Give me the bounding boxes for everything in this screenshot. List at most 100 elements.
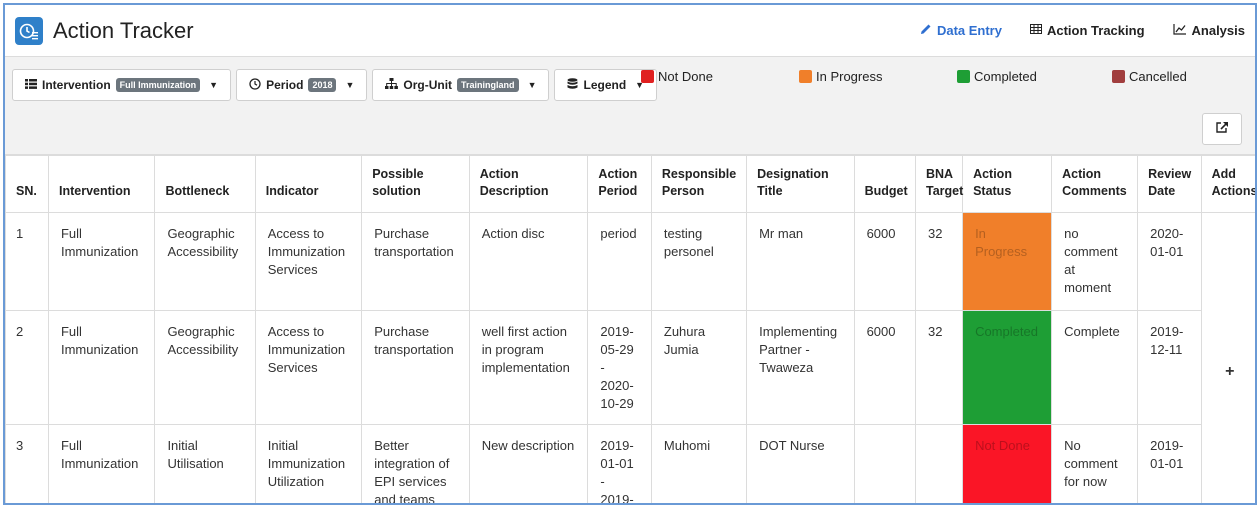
column-header: Budget [853,155,916,213]
column-header: Indicator [254,155,363,213]
legend-completed: Completed [957,69,1037,84]
legend-label: In Progress [816,69,883,84]
sitemap-icon [385,77,399,93]
filter-bar: Intervention Full Immunization ▼ Period … [5,57,1255,155]
column-header: Possible solution [361,155,470,213]
cell-period: period [587,212,652,311]
column-header: Review Date [1137,155,1202,213]
actions-table: SN. Intervention Bottleneck Indicator Po… [5,155,1256,503]
filter-label: Period [266,78,304,92]
table-row: 1 Full Immunization Geographic Accessibi… [5,212,1255,503]
chart-line-icon [1172,23,1187,38]
cell-comments: Complete [1051,310,1139,425]
cell-budget: 6000 [853,212,916,311]
legend-cancelled: Cancelled [1112,69,1187,84]
caret-down-icon: ▼ [345,80,355,90]
clock-list-icon [15,16,43,45]
cell-designation: DOT Nurse [746,424,855,503]
cell-designation: Implementing Partner - Twaweza [746,310,855,425]
nav-data-entry[interactable]: Data Entry [920,23,1002,38]
cell-person: testing personel [650,212,748,311]
cell-bottleneck: Geographic Accessibility [154,310,256,425]
cell-solution: Purchase transportation [361,310,470,425]
org-unit-value-badge: Trainingland [457,78,519,92]
caret-down-icon: ▼ [209,80,219,90]
cell-period: 2019-05-29 - 2020-10-29 [587,310,652,425]
nav-action-tracking[interactable]: Action Tracking [1029,23,1145,38]
filter-label: Legend [583,78,627,92]
cell-target [914,424,964,503]
cell-target: 32 [914,310,964,425]
intervention-value-badge: Full Immunization [115,78,201,92]
database-icon [567,77,578,93]
nav-label: Data Entry [936,23,1002,38]
export-button[interactable] [1202,113,1242,145]
cell-intervention: Full Immunization [47,310,156,425]
cell-intervention: Full Immunization [47,424,156,503]
status-cell-completed[interactable]: Completed [962,310,1053,425]
legend-label: Completed [974,69,1037,84]
pencil-icon [920,23,932,38]
cell-budget [853,424,916,503]
legend-not-done: Not Done [641,69,713,84]
column-header: Add Actions [1200,155,1255,213]
legend-label: Cancelled [1129,69,1187,84]
cell-budget: 6000 [853,310,916,425]
org-unit-filter-button[interactable]: Org-Unit Trainingland ▼ [372,69,550,101]
filter-label: Intervention [42,78,111,92]
column-header: SN. [5,155,49,213]
cell-period: 2019-01-01 - 2019- [587,424,652,503]
cell-solution: Purchase transportation [361,212,470,311]
nav-label: Analysis [1191,23,1245,38]
caret-down-icon: ▼ [527,80,537,90]
cell-description: New description [468,424,589,503]
nav-analysis[interactable]: Analysis [1172,23,1245,38]
table-header-row: SN. Intervention Bottleneck Indicator Po… [5,155,1255,213]
intervention-filter-button[interactable]: Intervention Full Immunization ▼ [12,69,232,101]
cell-intervention: Full Immunization [47,212,156,311]
cell-target: 32 [914,212,964,311]
cell-comments: No comment for now [1051,424,1139,503]
cell-indicator: Initial Immunization Utilization [254,424,363,503]
app-header: Action Tracker Data Entry Action Trackin… [5,5,1255,57]
cell-comments: no comment at moment [1051,212,1139,311]
period-filter-button[interactable]: Period 2018 ▼ [236,69,368,101]
column-header: Action Status [962,155,1053,213]
status-cell-not-done[interactable]: Not Done [962,424,1053,503]
app-window: Action Tracker Data Entry Action Trackin… [3,3,1257,505]
legend-swatch [957,70,970,83]
column-header: Action Description [468,155,589,213]
nav-label: Action Tracking [1046,23,1145,38]
cell-indicator: Access to Immunization Services [254,310,363,425]
legend-swatch [641,70,654,83]
share-square-icon [1215,120,1229,138]
column-header: Designation Title [746,155,855,213]
cell-review-date: 2020-01-01 [1137,212,1202,311]
cell-bottleneck: Initial Utilisation [154,424,256,503]
add-action-button[interactable]: + [1200,212,1255,503]
cell-sn: 1 [5,212,49,311]
cell-description: Action disc [468,212,589,311]
app-title: Action Tracker [53,17,194,43]
cell-person: Zuhura Jumia [650,310,748,425]
legend-label: Not Done [658,69,713,84]
cell-sn: 3 [5,424,49,503]
cell-review-date: 2019-12-11 [1137,310,1202,425]
column-header: Action Period [587,155,652,213]
filter-label: Org-Unit [403,78,453,92]
cell-review-date: 2019-01-01 [1137,424,1202,503]
legend-swatch [1112,70,1125,83]
cell-sn: 2 [5,310,49,425]
cell-person: Muhomi [650,424,748,503]
legend-swatch [799,70,812,83]
column-header: Action Comments [1051,155,1139,213]
column-header: BNA Target [914,155,963,213]
cell-bottleneck: Geographic Accessibility [154,212,256,311]
legend-in-progress: In Progress [799,69,882,84]
grid-list-icon [25,78,37,92]
cell-indicator: Access to Immunization Services [254,212,363,311]
column-header: Intervention [47,155,156,213]
status-cell-in-progress[interactable]: In Progress [962,212,1053,311]
table-row: 2 Full Immunization Geographic Accessibi… [5,310,1256,425]
top-nav: Data Entry Action Tracking Analysis [920,23,1245,38]
